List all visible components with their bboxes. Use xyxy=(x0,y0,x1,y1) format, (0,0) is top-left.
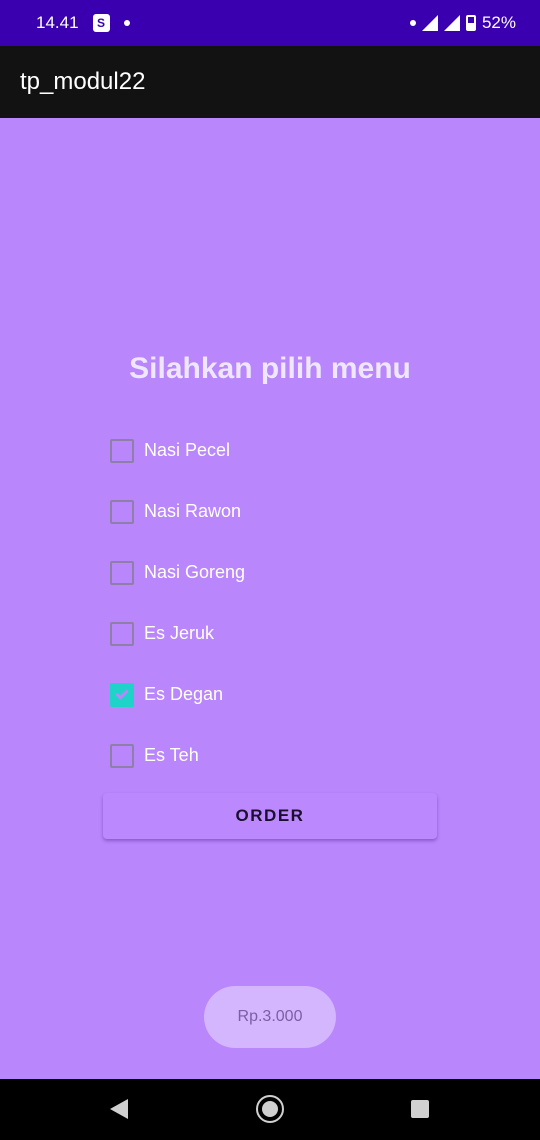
menu-checkbox-es-jeruk[interactable]: Es Jeruk xyxy=(110,603,245,664)
notification-dot-icon xyxy=(123,20,130,26)
check-icon xyxy=(115,686,129,700)
battery-icon xyxy=(465,15,476,31)
status-time: 14.41 xyxy=(36,13,79,32)
shop-notification-icon: S xyxy=(92,14,110,32)
order-button[interactable]: ORDER xyxy=(103,793,437,839)
system-navigation-bar xyxy=(0,1079,540,1140)
menu-checkbox-es-degan[interactable]: Es Degan xyxy=(110,664,245,725)
cell-signal-icon xyxy=(443,15,460,31)
checkbox-icon[interactable] xyxy=(110,743,134,768)
menu-checkbox-nasi-pecel[interactable]: Nasi Pecel xyxy=(110,420,245,481)
back-icon[interactable] xyxy=(110,1099,128,1119)
wifi-signal-icon xyxy=(421,15,438,31)
checkbox-label: Nasi Goreng xyxy=(144,562,246,582)
checkbox-label: Nasi Rawon xyxy=(144,501,242,521)
checkbox-label: Nasi Pecel xyxy=(144,440,231,460)
checkbox-label: Es Degan xyxy=(144,684,224,704)
menu-checkbox-nasi-goreng[interactable]: Nasi Goreng xyxy=(110,542,245,603)
price-toast: Rp.3.000 xyxy=(204,986,336,1048)
page-title: Silahkan pilih menu xyxy=(129,352,411,385)
menu-checkbox-list: Nasi Pecel Nasi Rawon Nasi Goreng Es Jer… xyxy=(110,420,245,786)
home-icon[interactable] xyxy=(256,1095,284,1123)
checkbox-icon[interactable] xyxy=(110,438,134,463)
battery-percentage: 52% xyxy=(481,13,516,32)
price-text: Rp.3.000 xyxy=(237,1008,303,1025)
checkbox-icon[interactable] xyxy=(110,560,134,585)
menu-checkbox-nasi-rawon[interactable]: Nasi Rawon xyxy=(110,481,245,542)
notification-dot-icon xyxy=(409,20,416,26)
menu-checkbox-es-teh[interactable]: Es Teh xyxy=(110,725,245,786)
checkbox-label: Es Jeruk xyxy=(144,623,215,643)
checkbox-label: Es Teh xyxy=(144,745,199,765)
checkbox-checked-icon[interactable] xyxy=(110,682,134,707)
checkbox-icon[interactable] xyxy=(110,499,134,524)
app-bar: tp_modul22 xyxy=(0,46,540,118)
checkbox-icon[interactable] xyxy=(110,621,134,646)
status-bar: 14.41 S 52% xyxy=(0,0,540,46)
app-title: tp_modul22 xyxy=(20,68,146,95)
recent-apps-icon[interactable] xyxy=(411,1100,429,1118)
